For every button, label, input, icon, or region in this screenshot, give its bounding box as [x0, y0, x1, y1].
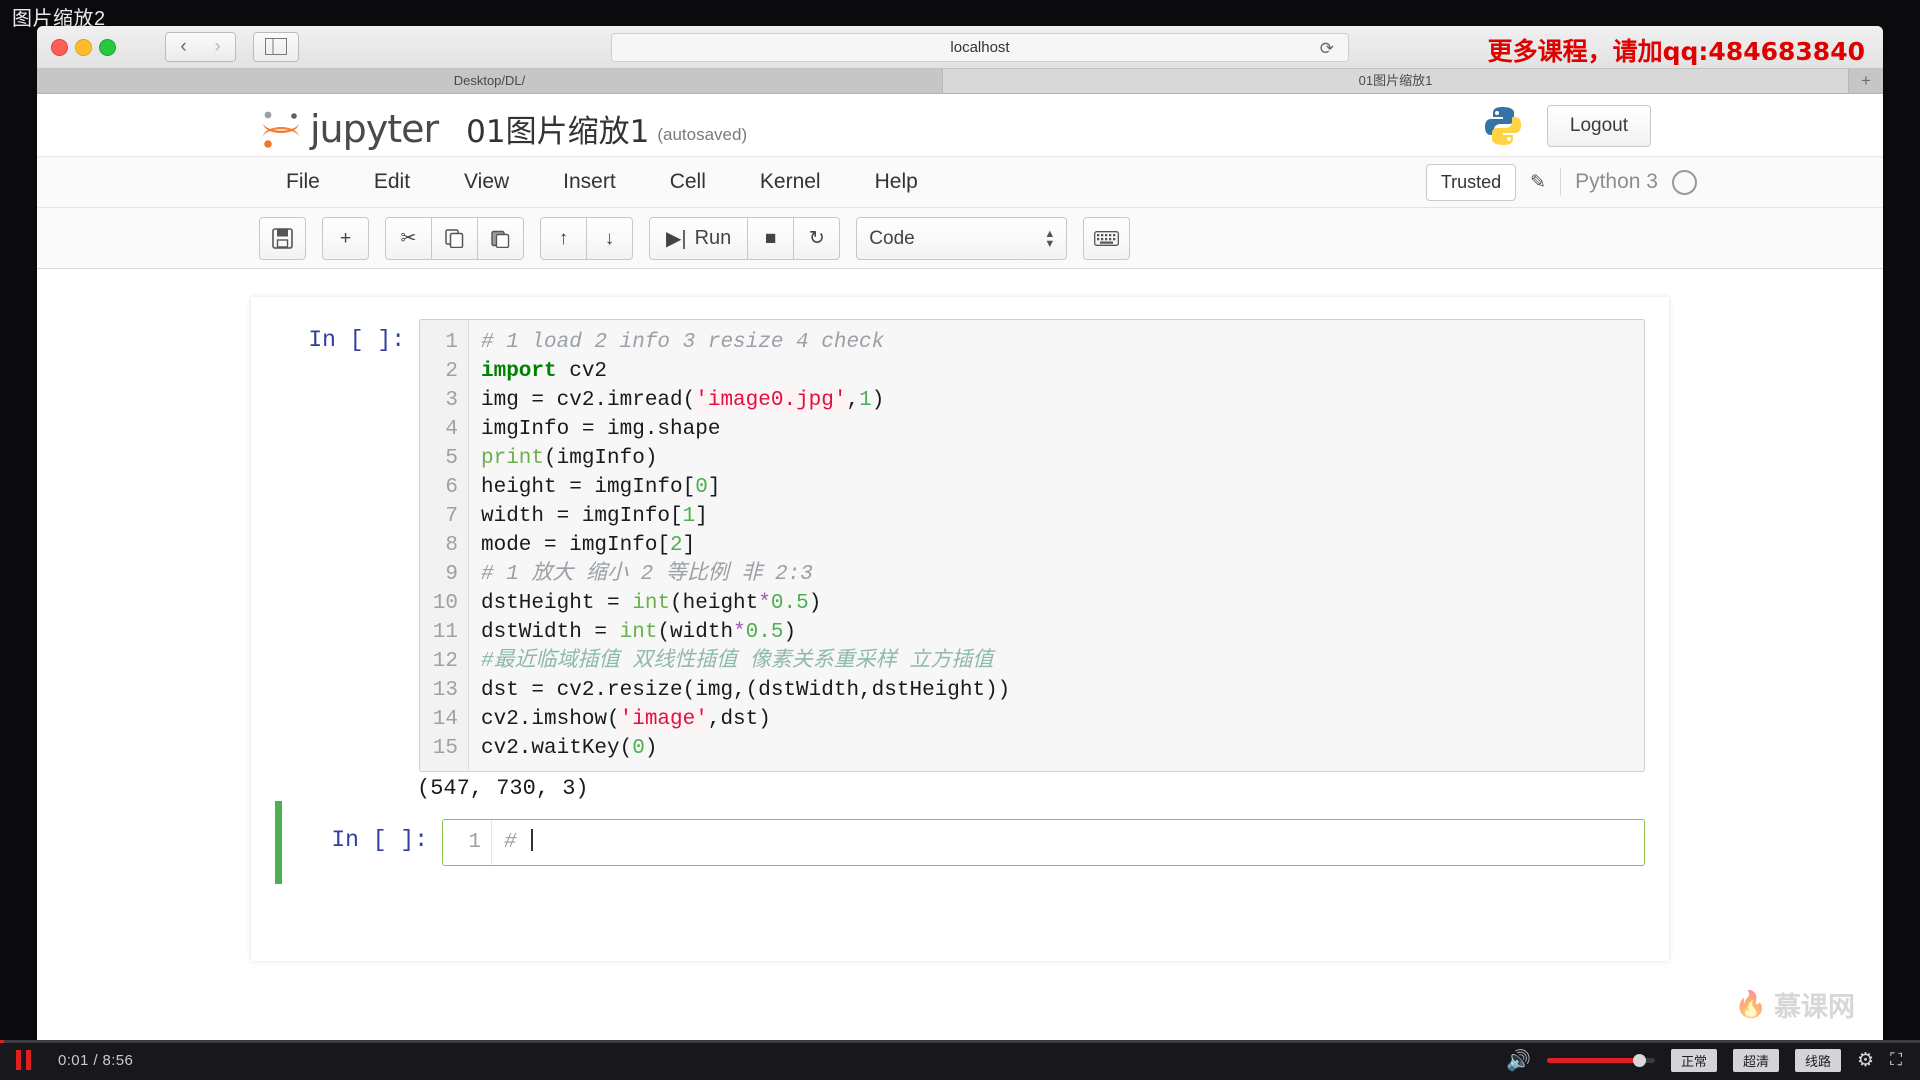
volume-fill	[1547, 1057, 1640, 1063]
cell-input-area[interactable]: 1 #	[442, 819, 1645, 866]
video-progress-bar[interactable]	[0, 1040, 1920, 1043]
address-bar[interactable]: localhost ⟳	[611, 33, 1349, 62]
chevron-left-icon[interactable]: ‹	[165, 32, 202, 62]
volume-knob[interactable]	[1633, 1053, 1647, 1067]
browser-toolbar: ‹ › localhost ⟳ 更多课程，请加qq:484683840	[37, 26, 1883, 69]
quality-normal-button[interactable]: 正常	[1671, 1048, 1718, 1072]
code-cell-1[interactable]: In [ ]: 1 2 3 4 5 6 7 8 9 10 11 12 13 14 15 # 1 load 2…	[251, 313, 1669, 772]
jupyter-toolbar: + ✂ ↑ ↓ ▶| Run ■ ↻ Code ▲ ▼	[37, 208, 1883, 269]
menu-kernel[interactable]: Kernel	[733, 157, 848, 207]
save-disk-icon[interactable]	[259, 217, 306, 260]
browser-tab-desktop-dl[interactable]: Desktop/DL/	[37, 69, 943, 93]
line-number-gutter: 1 2 3 4 5 6 7 8 9 10 11 12 13 14 15	[420, 320, 469, 771]
video-player-bar: 0:01 / 8:56 🔊 正常 超清 线路 ⚙ ⛶	[0, 1040, 1920, 1080]
plus-icon[interactable]: +	[1849, 69, 1883, 93]
speaker-icon[interactable]: 🔊	[1506, 1048, 1531, 1073]
keyboard-icon[interactable]	[1083, 217, 1131, 260]
watermark-text: 慕课网	[1774, 992, 1855, 1022]
run-button[interactable]: ▶| Run	[649, 217, 749, 260]
cell-source-code[interactable]: #	[492, 820, 533, 865]
jupyter-wordmark: jupyter	[310, 106, 439, 151]
stop-square-icon[interactable]: ■	[748, 217, 795, 260]
jupyter-header: jupyter 01图片缩放1 (autosaved) Logout	[37, 94, 1883, 157]
jupyter-notebook-page: jupyter 01图片缩放1 (autosaved) Logout File …	[37, 94, 1883, 1040]
route-button[interactable]: 线路	[1795, 1048, 1842, 1072]
pencil-icon[interactable]: ✎	[1530, 171, 1546, 194]
promo-banner: 更多课程，请加qq:484683840	[1487, 37, 1865, 66]
line-number-gutter: 1	[443, 820, 492, 865]
notebook-title[interactable]: 01图片缩放1	[466, 106, 649, 151]
menu-edit[interactable]: Edit	[347, 157, 437, 207]
url-text: localhost	[950, 39, 1010, 56]
python-logo-icon	[1484, 107, 1521, 145]
kernel-name-label: Python 3	[1575, 170, 1658, 193]
text-cursor	[530, 829, 533, 851]
arrow-down-icon[interactable]: ↓	[587, 217, 633, 260]
toolbar-group-insert: +	[322, 217, 369, 260]
quality-ultra-button[interactable]: 超清	[1733, 1048, 1780, 1072]
cell-output-text: (547, 730, 3)	[417, 776, 589, 801]
logout-button[interactable]: Logout	[1546, 105, 1651, 147]
browser-tab-strip: Desktop/DL/ 01图片缩放1 +	[37, 69, 1883, 94]
kernel-idle-circle-icon[interactable]	[1672, 169, 1697, 195]
arrow-up-icon[interactable]: ↑	[540, 217, 587, 260]
chevron-right-icon[interactable]: ›	[200, 32, 236, 62]
jupyter-logo-icon	[263, 111, 299, 148]
divider	[1560, 168, 1562, 196]
updown-arrows-icon: ▲ ▼	[1044, 227, 1056, 250]
jupyter-header-right: Logout	[1481, 104, 1651, 148]
menu-cell[interactable]: Cell	[643, 157, 733, 207]
cell-prompt: In [ ]:	[308, 327, 405, 353]
browser-window: ‹ › localhost ⟳ 更多课程，请加qq:484683840 Desk…	[37, 26, 1883, 1040]
cell-source-code[interactable]: # 1 load 2 info 3 resize 4 check import c…	[469, 320, 1010, 771]
menu-insert[interactable]: Insert	[536, 157, 643, 207]
cell-input-area[interactable]: 1 2 3 4 5 6 7 8 9 10 11 12 13 14 15 # 1 load 2 info 3 …	[419, 319, 1645, 772]
code-cell-2[interactable]: In [ ]: 1 #	[275, 801, 1669, 884]
output-prompt	[275, 776, 405, 801]
notebook-body: In [ ]: 1 2 3 4 5 6 7 8 9 10 11 12 13 14 15 # 1 load 2…	[37, 269, 1883, 961]
browser-tab-notebook[interactable]: 01图片缩放1	[943, 69, 1849, 93]
video-time-label: 0:01 / 8:56	[58, 1051, 134, 1069]
restart-circle-icon[interactable]: ↻	[794, 217, 841, 260]
cell-type-select[interactable]: Code ▲ ▼	[856, 217, 1068, 260]
copy-icon[interactable]	[432, 217, 478, 260]
imooc-watermark: 🔥 慕课网	[1735, 985, 1855, 1024]
volume-slider[interactable]	[1547, 1053, 1655, 1067]
menu-help[interactable]: Help	[848, 157, 945, 207]
toolbar-group-clipboard: ✂	[385, 217, 524, 260]
toolbar-group-save	[259, 217, 306, 260]
reload-icon[interactable]: ⟳	[1320, 39, 1334, 59]
scissors-icon[interactable]: ✂	[385, 217, 432, 260]
window-minimize-button[interactable]	[75, 39, 92, 56]
video-progress-fill	[0, 1040, 4, 1043]
gear-icon[interactable]: ⚙	[1857, 1049, 1874, 1072]
jupyter-brand[interactable]: jupyter 01图片缩放1 (autosaved)	[259, 106, 747, 151]
toolbar-group-move: ↑ ↓	[540, 217, 633, 260]
window-maximize-button[interactable]	[99, 39, 116, 56]
sidebar-toggle-icon[interactable]	[253, 32, 299, 62]
menu-view[interactable]: View	[437, 157, 536, 207]
fullscreen-icon[interactable]: ⛶	[1890, 1050, 1902, 1070]
jupyter-menu-bar: File Edit View Insert Cell Kernel Help T…	[37, 157, 1883, 208]
notebook-container: In [ ]: 1 2 3 4 5 6 7 8 9 10 11 12 13 14 15 # 1 load 2…	[251, 297, 1669, 961]
cell-prompt: In [ ]:	[331, 827, 428, 853]
cell-type-value: Code	[869, 227, 915, 249]
run-play-icon: ▶|	[666, 228, 687, 250]
video-player-shell: 图片缩放2 ‹ › localhost ⟳ 更多课程，请加qq:48468384…	[0, 0, 1920, 1080]
toolbar-group-run: ▶| Run ■ ↻	[649, 217, 841, 260]
flame-icon: 🔥	[1734, 989, 1767, 1019]
plus-icon[interactable]: +	[322, 217, 369, 260]
cell-output-row: (547, 730, 3)	[251, 772, 1669, 801]
paste-icon[interactable]	[478, 217, 524, 260]
autosave-status: (autosaved)	[657, 125, 748, 144]
run-label: Run	[694, 227, 732, 249]
toolbar-group-keyboard	[1083, 217, 1131, 260]
window-close-button[interactable]	[51, 39, 68, 56]
pause-icon[interactable]	[10, 1048, 36, 1072]
menu-file[interactable]: File	[259, 157, 347, 207]
trusted-badge[interactable]: Trusted	[1425, 163, 1517, 201]
